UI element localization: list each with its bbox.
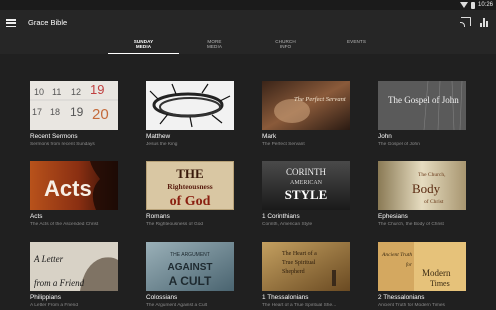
svg-text:THE: THE [176,166,203,181]
card-ephesians[interactable]: The Church, Body of Christ Ephesians The… [378,161,466,227]
svg-text:10: 10 [34,87,44,97]
svg-text:Times: Times [430,279,450,288]
svg-text:17: 17 [32,107,42,117]
svg-text:The Heart of a: The Heart of a [282,250,317,257]
card-subtitle: The Church, the Body of Christ [378,221,444,227]
svg-text:for: for [406,263,412,268]
card-colossians[interactable]: THE ARGUMENT AGAINST A CULT Colossians T… [146,242,234,308]
thumbnail-romans: THE Righteousness of God [146,161,234,210]
svg-text:True Spiritual: True Spiritual [282,260,316,266]
card-2-thessalonians[interactable]: Ancient Truth for Modern Times 2 Thessal… [378,242,466,308]
card-recent-sermons[interactable]: 10 11 12 19 17 18 19 20 Recent Sermons Sermons… [30,81,118,147]
card-matthew[interactable]: Matthew Jesus the King [146,81,234,147]
svg-text:THE ARGUMENT: THE ARGUMENT [170,252,210,258]
card-subtitle: Sermons from recent Sundays [30,141,95,147]
app-title: Grace Bible [28,18,68,27]
svg-text:20: 20 [92,106,109,123]
thumbnail-crown-of-thorns [146,81,234,130]
thumbnail-ephesians: The Church, Body of Christ [378,161,466,210]
card-title: Philippians [30,294,61,301]
card-subtitle: The Argument Against a Cult [146,302,208,308]
thumbnail-john: The Gospel of John [378,81,466,130]
svg-text:from a Friend: from a Friend [34,278,85,288]
thumbnail-philippians: A Letter from a Friend [30,242,118,291]
card-title: Colossians [146,294,178,301]
svg-text:19: 19 [70,105,84,119]
svg-text:Righteousness: Righteousness [167,182,213,191]
thumbnail-text: The Perfect Servant [294,96,346,103]
card-subtitle: Corinth, American Style [262,221,313,227]
thumbnail-1-thessalonians: The Heart of a True Spiritual Shepherd [262,242,350,291]
card-title: Matthew [146,133,171,140]
tab-events[interactable]: Events [321,38,392,54]
stats-icon[interactable] [480,17,490,27]
thumbnail-corinth: CORINTH AMERICAN STYLE [262,161,350,210]
card-philippians[interactable]: A Letter from a Friend Philippians A Let… [30,242,118,308]
card-mark[interactable]: The Perfect Servant Mark The Perfect Ser… [262,81,350,147]
tab-bar: Sunday Media More Media Church Info Even… [108,38,392,54]
card-1-corinthians[interactable]: CORINTH AMERICAN STYLE 1 Corinthians Cor… [262,161,350,227]
svg-text:Modern: Modern [422,268,451,278]
svg-text:Ancient Truth: Ancient Truth [381,252,412,258]
card-title: Ephesians [378,213,408,220]
thumbnail-mark: The Perfect Servant [262,81,350,130]
cast-icon[interactable] [460,17,471,27]
thumbnail-text: The Gospel of John [388,95,459,105]
card-title: Mark [262,133,277,140]
status-time: 10:26 [477,2,493,8]
card-romans[interactable]: THE Righteousness of God Romans The Righ… [146,161,234,227]
svg-text:CORINTH: CORINTH [286,167,326,177]
card-title: 1 Thessalonians [262,294,309,301]
svg-text:19: 19 [90,82,104,97]
svg-text:Body: Body [412,181,441,196]
status-bar: 10:26 [0,0,496,10]
svg-text:AMERICAN: AMERICAN [290,180,323,186]
thumbnail-colossians: THE ARGUMENT AGAINST A CULT [146,242,234,291]
card-subtitle: Ancient Truth for Modern Times [378,302,445,308]
card-subtitle: The Acts of the Ascended Christ [30,221,99,227]
svg-text:of Christ: of Christ [424,198,444,205]
card-acts[interactable]: Acts Acts The Acts of the Ascended Chris… [30,161,118,227]
svg-text:18: 18 [50,107,60,117]
card-subtitle: The Heart of a True Spiritual She... [262,302,337,308]
tab-sunday-media[interactable]: Sunday Media [108,38,179,54]
card-subtitle: The Righteousness of God [146,221,204,227]
svg-text:The Church,: The Church, [418,172,446,178]
svg-text:AGAINST: AGAINST [168,262,213,273]
tab-more-media[interactable]: More Media [179,38,250,54]
card-title: 2 Thessalonians [378,294,425,301]
svg-text:STYLE: STYLE [285,187,328,202]
card-title: Romans [146,213,170,220]
svg-text:of God: of God [170,194,211,209]
card-title: 1 Corinthians [262,213,300,220]
battery-icon [470,1,475,9]
card-subtitle: The Gospel of John [378,141,420,147]
thumbnail-text: Acts [44,176,92,201]
svg-text:A CULT: A CULT [169,274,212,288]
thumbnail-calendar: 10 11 12 19 17 18 19 20 [30,81,118,130]
svg-text:11: 11 [52,87,61,97]
card-john[interactable]: The Gospel of John John The Gospel of Jo… [378,81,466,147]
menu-icon[interactable] [6,19,16,28]
card-1-thessalonians[interactable]: The Heart of a True Spiritual Shepherd 1… [262,242,350,308]
card-title: Recent Sermons [30,133,78,140]
svg-text:A Letter: A Letter [33,254,64,264]
card-title: John [378,133,392,140]
card-title: Acts [30,213,43,220]
svg-text:12: 12 [71,87,81,97]
tab-church-info[interactable]: Church Info [250,38,321,54]
svg-text:Shepherd: Shepherd [282,269,305,275]
thumbnail-2-thessalonians: Ancient Truth for Modern Times [378,242,466,291]
thumbnail-acts: Acts [30,161,118,210]
wifi-icon [459,2,468,8]
card-subtitle: A Letter From a Friend [30,302,78,308]
card-subtitle: The Perfect Servant [262,141,305,147]
card-subtitle: Jesus the King [146,141,178,147]
